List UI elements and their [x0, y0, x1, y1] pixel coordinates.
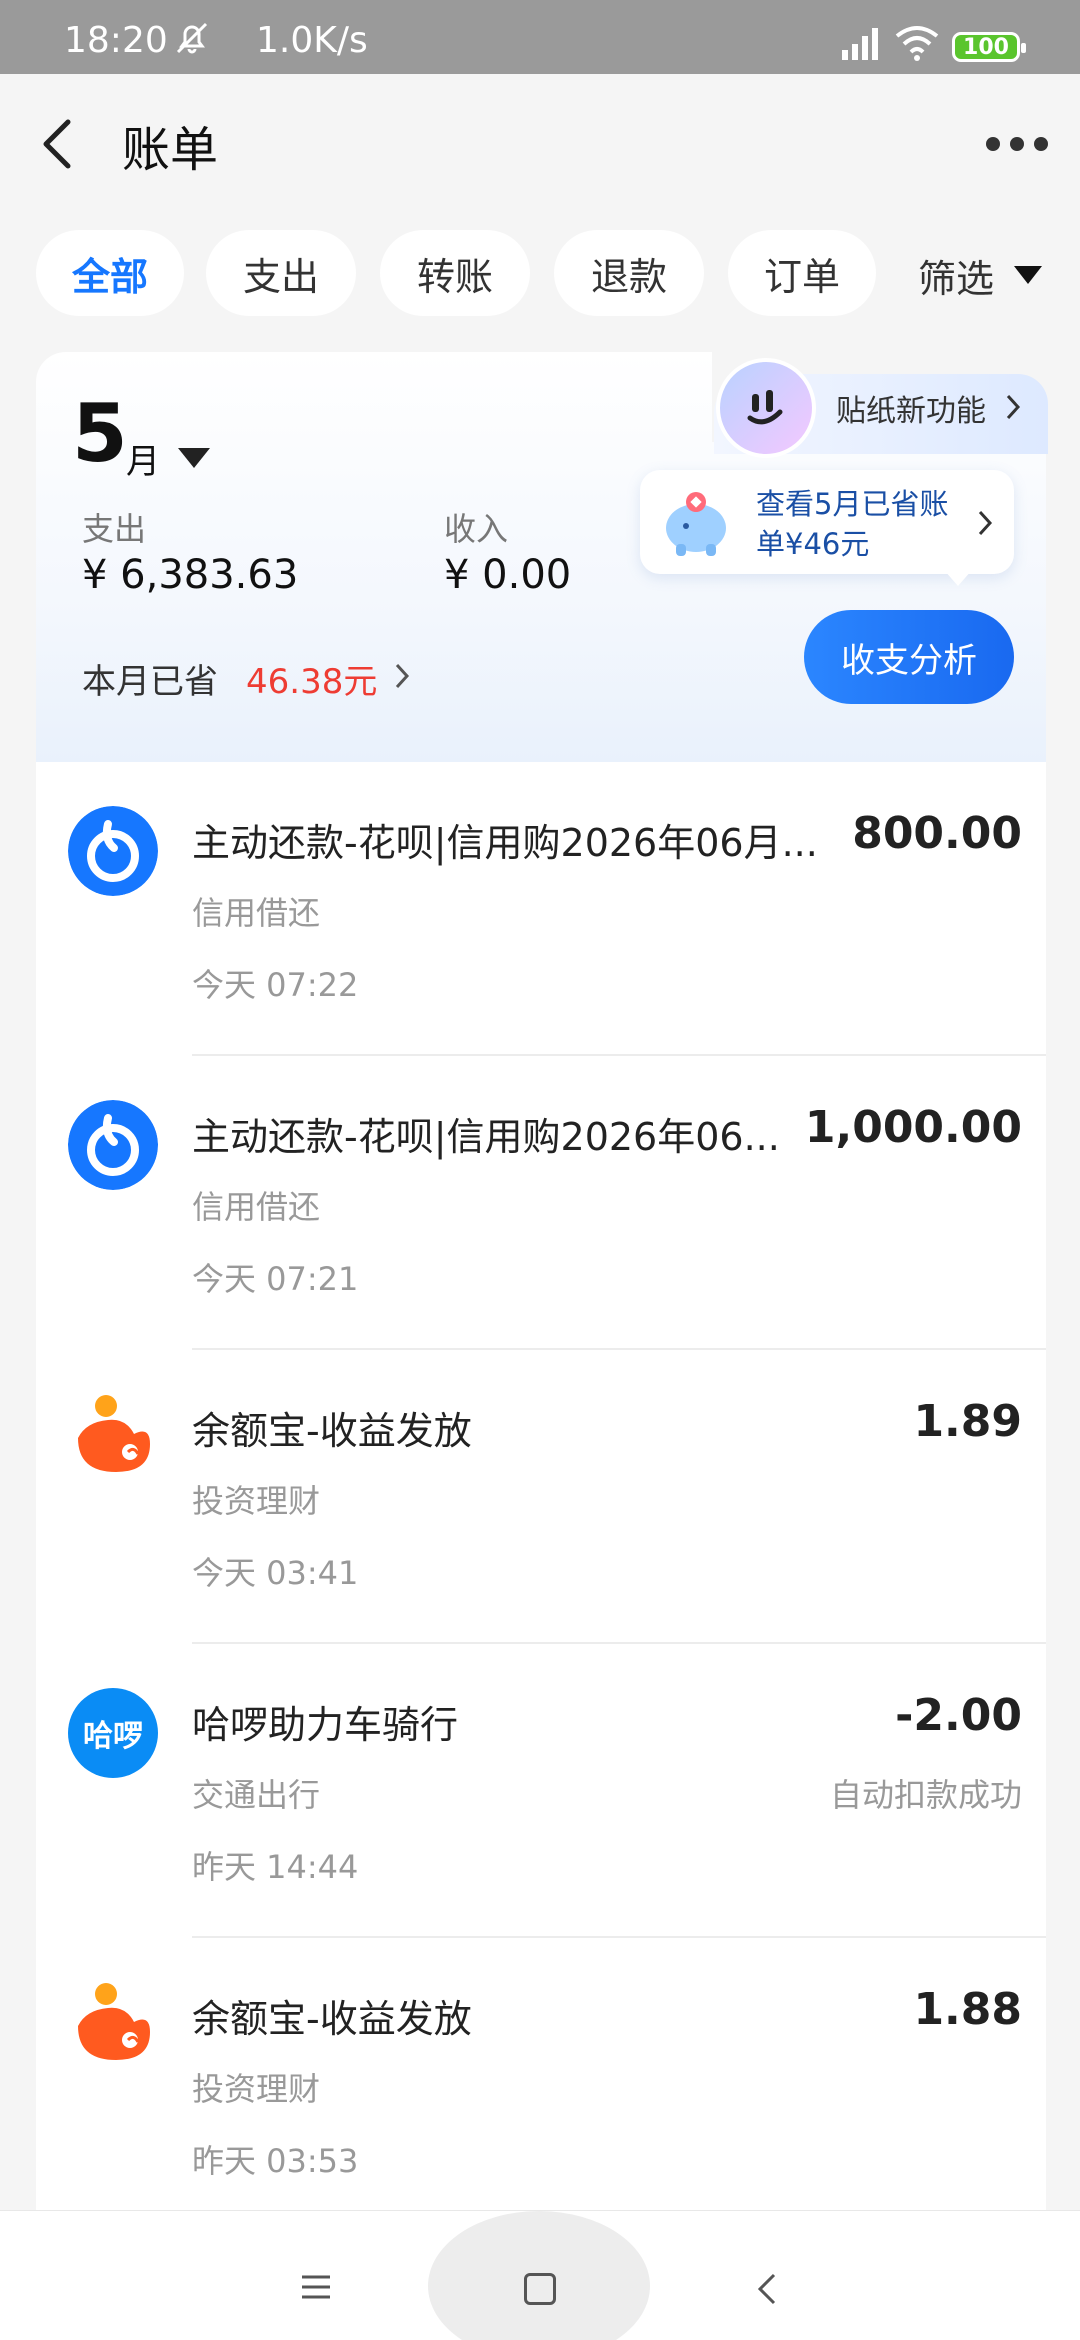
transaction-item[interactable]: 余额宝-收益发放 1.89 投资理财 今天 03:41	[36, 1350, 1046, 1644]
transaction-amount: 1.89	[913, 1396, 1022, 1447]
sticker-face-icon[interactable]	[716, 358, 816, 458]
page-title: 账单	[122, 122, 219, 178]
hellobike-icon-text: 哈啰	[83, 1719, 143, 1754]
wifi-icon	[895, 26, 939, 61]
transaction-category: 投资理财	[192, 1482, 321, 1520]
income-value: ¥ 0.00	[444, 552, 572, 598]
transaction-category: 交通出行	[192, 1776, 321, 1814]
tab-all[interactable]: 全部	[36, 230, 184, 316]
transaction-title: 主动还款-花呗|信用购2026年06月...	[192, 821, 818, 865]
status-time: 18:20	[64, 20, 168, 61]
sticker-feature-label[interactable]: 贴纸新功能	[836, 386, 986, 430]
tab-transfer[interactable]: 转账	[380, 230, 530, 316]
transaction-item[interactable]: 主动还款-花呗|信用购2026年06... 1,000.00 信用借还 今天 0…	[36, 1056, 1046, 1350]
huabei-icon	[68, 1100, 158, 1190]
app-header: 账单	[0, 74, 1080, 214]
bubble-tail	[944, 570, 972, 586]
filter-tabs: 全部 支出 转账 退款 订单 筛选	[36, 228, 1080, 318]
more-options-icon[interactable]	[986, 132, 1048, 156]
transaction-time: 今天 07:21	[192, 1260, 359, 1298]
transaction-title: 余额宝-收益发放	[192, 1997, 472, 2041]
transaction-list: 主动还款-花呗|信用购2026年06月... 800.00 信用借还 今天 07…	[36, 762, 1046, 2212]
nav-back-icon[interactable]	[756, 2271, 778, 2307]
transaction-category: 投资理财	[192, 2070, 321, 2108]
yuebao-icon	[78, 1395, 150, 1472]
yuebao-icon	[78, 1983, 150, 2060]
transaction-item[interactable]: 主动还款-花呗|信用购2026年06月... 800.00 信用借还 今天 07…	[36, 762, 1046, 1056]
signal-icon	[842, 28, 878, 60]
transaction-amount: 800.00	[852, 808, 1022, 859]
income-expense-analysis-button[interactable]: 收支分析	[804, 610, 1014, 704]
tab-refund[interactable]: 退款	[554, 230, 704, 316]
status-bar: 18:20 1.0K/s 100	[0, 0, 1080, 74]
tab-orders[interactable]: 订单	[728, 230, 876, 316]
savings-tip-bubble[interactable]: 查看5月已省账单¥46元	[640, 470, 1014, 586]
expense-label: 支出	[82, 510, 147, 548]
saved-value[interactable]: 46.38元	[246, 654, 377, 703]
piggy-bank-icon	[666, 492, 726, 556]
transaction-title: 主动还款-花呗|信用购2026年06...	[192, 1115, 780, 1159]
transaction-time: 今天 07:22	[192, 966, 359, 1004]
home-icon[interactable]	[524, 2273, 556, 2305]
savings-tip-text: 查看5月已省账单¥46元	[756, 487, 949, 561]
transaction-item[interactable]: 哈啰 哈啰助力车骑行 -2.00 交通出行 自动扣款成功 昨天 14:44	[36, 1644, 1046, 1938]
tab-expense[interactable]: 支出	[206, 230, 356, 316]
month-unit[interactable]: 月	[126, 434, 160, 483]
transaction-item[interactable]: 余额宝-收益发放 1.88 投资理财 昨天 03:53	[36, 1938, 1046, 2232]
chevron-right-icon	[1006, 394, 1021, 420]
chevron-right-icon	[978, 510, 993, 536]
mute-bell-icon	[176, 22, 208, 54]
battery-icon: 100	[952, 32, 1026, 62]
saved-label[interactable]: 本月已省	[82, 654, 218, 703]
hellobike-icon: 哈啰	[68, 1688, 158, 1778]
menu-icon[interactable]	[300, 2273, 332, 2301]
chevron-right-icon[interactable]	[392, 660, 412, 692]
transaction-amount: 1.88	[913, 1984, 1022, 2035]
huabei-icon	[68, 806, 158, 896]
net-speed: 1.0K/s	[256, 20, 368, 61]
monthly-summary-card: 贴纸新功能 5 月 支出 ¥ 6,383.63 收入 ¥ 0.00 本月已省 4…	[36, 352, 1048, 762]
back-arrow-icon[interactable]	[38, 114, 78, 174]
transaction-amount: 1,000.00	[804, 1102, 1022, 1153]
expense-value: ¥ 6,383.63	[82, 552, 299, 598]
transaction-title: 余额宝-收益发放	[192, 1409, 472, 1453]
transaction-time: 昨天 03:53	[192, 2142, 359, 2180]
transaction-time: 今天 03:41	[192, 1554, 359, 1592]
transaction-amount: -2.00	[895, 1690, 1022, 1741]
system-nav-bar	[0, 2210, 1080, 2340]
transaction-time: 昨天 14:44	[192, 1848, 359, 1886]
transaction-category: 信用借还	[192, 894, 321, 932]
filter-dropdown-icon[interactable]	[1014, 266, 1042, 284]
filter-button[interactable]: 筛选	[918, 248, 994, 303]
transaction-category: 信用借还	[192, 1188, 321, 1226]
battery-level: 100	[963, 34, 1009, 60]
month-number[interactable]: 5	[72, 394, 128, 474]
income-label: 收入	[444, 510, 509, 548]
month-dropdown-icon[interactable]	[178, 448, 210, 468]
transaction-title: 哈啰助力车骑行	[192, 1703, 459, 1747]
transaction-status: 自动扣款成功	[829, 1776, 1022, 1814]
